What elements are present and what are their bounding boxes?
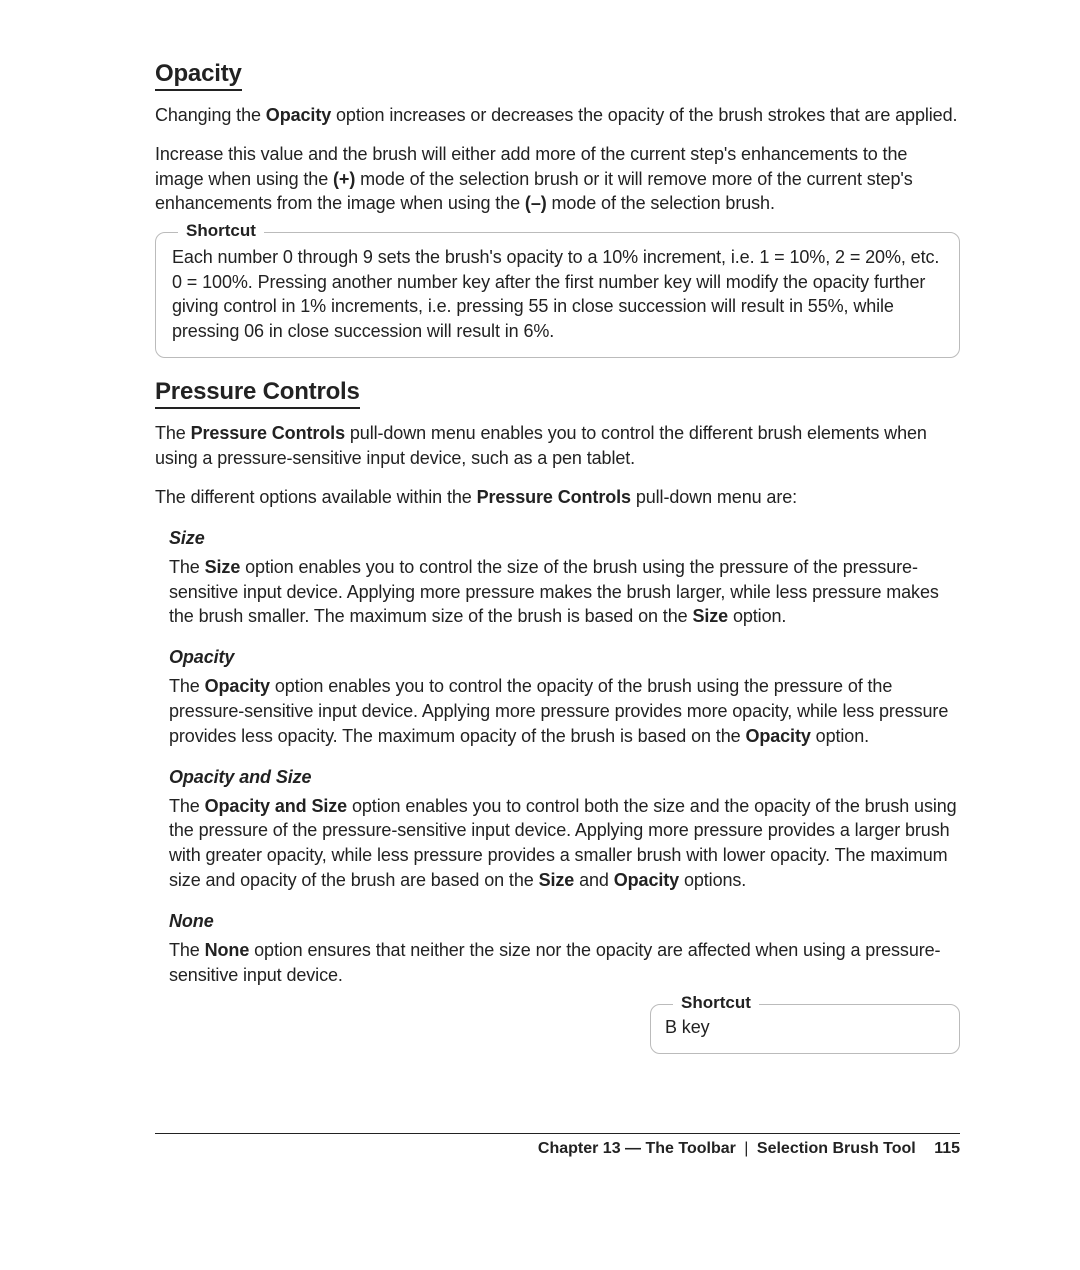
text: option.	[728, 606, 786, 626]
subsection-group: Size The Size option enables you to cont…	[155, 528, 960, 988]
paragraph: The Opacity option enables you to contro…	[169, 674, 960, 748]
document-page: Opacity Changing the Opacity option incr…	[0, 0, 1080, 1270]
text: The	[169, 940, 205, 960]
paragraph: The None option ensures that neither the…	[169, 938, 960, 988]
bold-text: Size	[205, 557, 241, 577]
text: The	[155, 423, 191, 443]
text: The	[169, 796, 205, 816]
footer-tool: Selection Brush Tool	[757, 1140, 916, 1157]
shortcut-box: Shortcut Each number 0 through 9 sets th…	[155, 232, 960, 358]
bold-text: Size	[692, 606, 728, 626]
heading-opacity: Opacity	[155, 60, 242, 91]
text: The	[169, 676, 205, 696]
bold-text: None	[205, 940, 250, 960]
heading-pressure-controls: Pressure Controls	[155, 378, 360, 409]
subheading-none: None	[169, 911, 960, 932]
paragraph: The different options available within t…	[155, 485, 960, 510]
bold-text: (+)	[333, 169, 355, 189]
bold-text: (–)	[525, 193, 547, 213]
shortcut-text: Each number 0 through 9 sets the brush's…	[172, 245, 943, 343]
footer-page-number: 115	[934, 1140, 960, 1157]
bold-text: Opacity	[614, 870, 679, 890]
text: option increases or decreases the opacit…	[331, 105, 957, 125]
text: option.	[811, 726, 869, 746]
text: The	[169, 557, 205, 577]
footer-divider: |	[744, 1140, 748, 1157]
bold-text: Opacity and Size	[205, 796, 347, 816]
text: option ensures that neither the size nor…	[169, 940, 940, 985]
subheading-size: Size	[169, 528, 960, 549]
shortcut-label: Shortcut	[178, 221, 264, 241]
bold-text: Size	[539, 870, 575, 890]
subheading-opacity-and-size: Opacity and Size	[169, 767, 960, 788]
paragraph: The Opacity and Size option enables you …	[169, 794, 960, 893]
paragraph: Increase this value and the brush will e…	[155, 142, 960, 216]
footer-chapter: Chapter 13 — The Toolbar	[538, 1140, 736, 1157]
page-footer: Chapter 13 — The Toolbar | Selection Bru…	[155, 1133, 960, 1158]
bold-text: Opacity	[205, 676, 270, 696]
bold-text: Pressure Controls	[477, 487, 631, 507]
text: options.	[679, 870, 746, 890]
paragraph: The Size option enables you to control t…	[169, 555, 960, 629]
paragraph: Changing the Opacity option increases or…	[155, 103, 960, 128]
shortcut-text: B key	[665, 1015, 945, 1039]
text: option enables you to control the size o…	[169, 557, 939, 627]
shortcut-label: Shortcut	[673, 993, 759, 1013]
subheading-opacity: Opacity	[169, 647, 960, 668]
text: The different options available within t…	[155, 487, 477, 507]
bold-text: Opacity	[266, 105, 331, 125]
text: and	[574, 870, 614, 890]
bold-text: Opacity	[745, 726, 810, 746]
text: pull-down menu are:	[631, 487, 797, 507]
shortcut-box: Shortcut B key	[650, 1004, 960, 1054]
text: Changing the	[155, 105, 266, 125]
bold-text: Pressure Controls	[191, 423, 345, 443]
paragraph: The Pressure Controls pull-down menu ena…	[155, 421, 960, 471]
text: mode of the selection brush.	[547, 193, 775, 213]
